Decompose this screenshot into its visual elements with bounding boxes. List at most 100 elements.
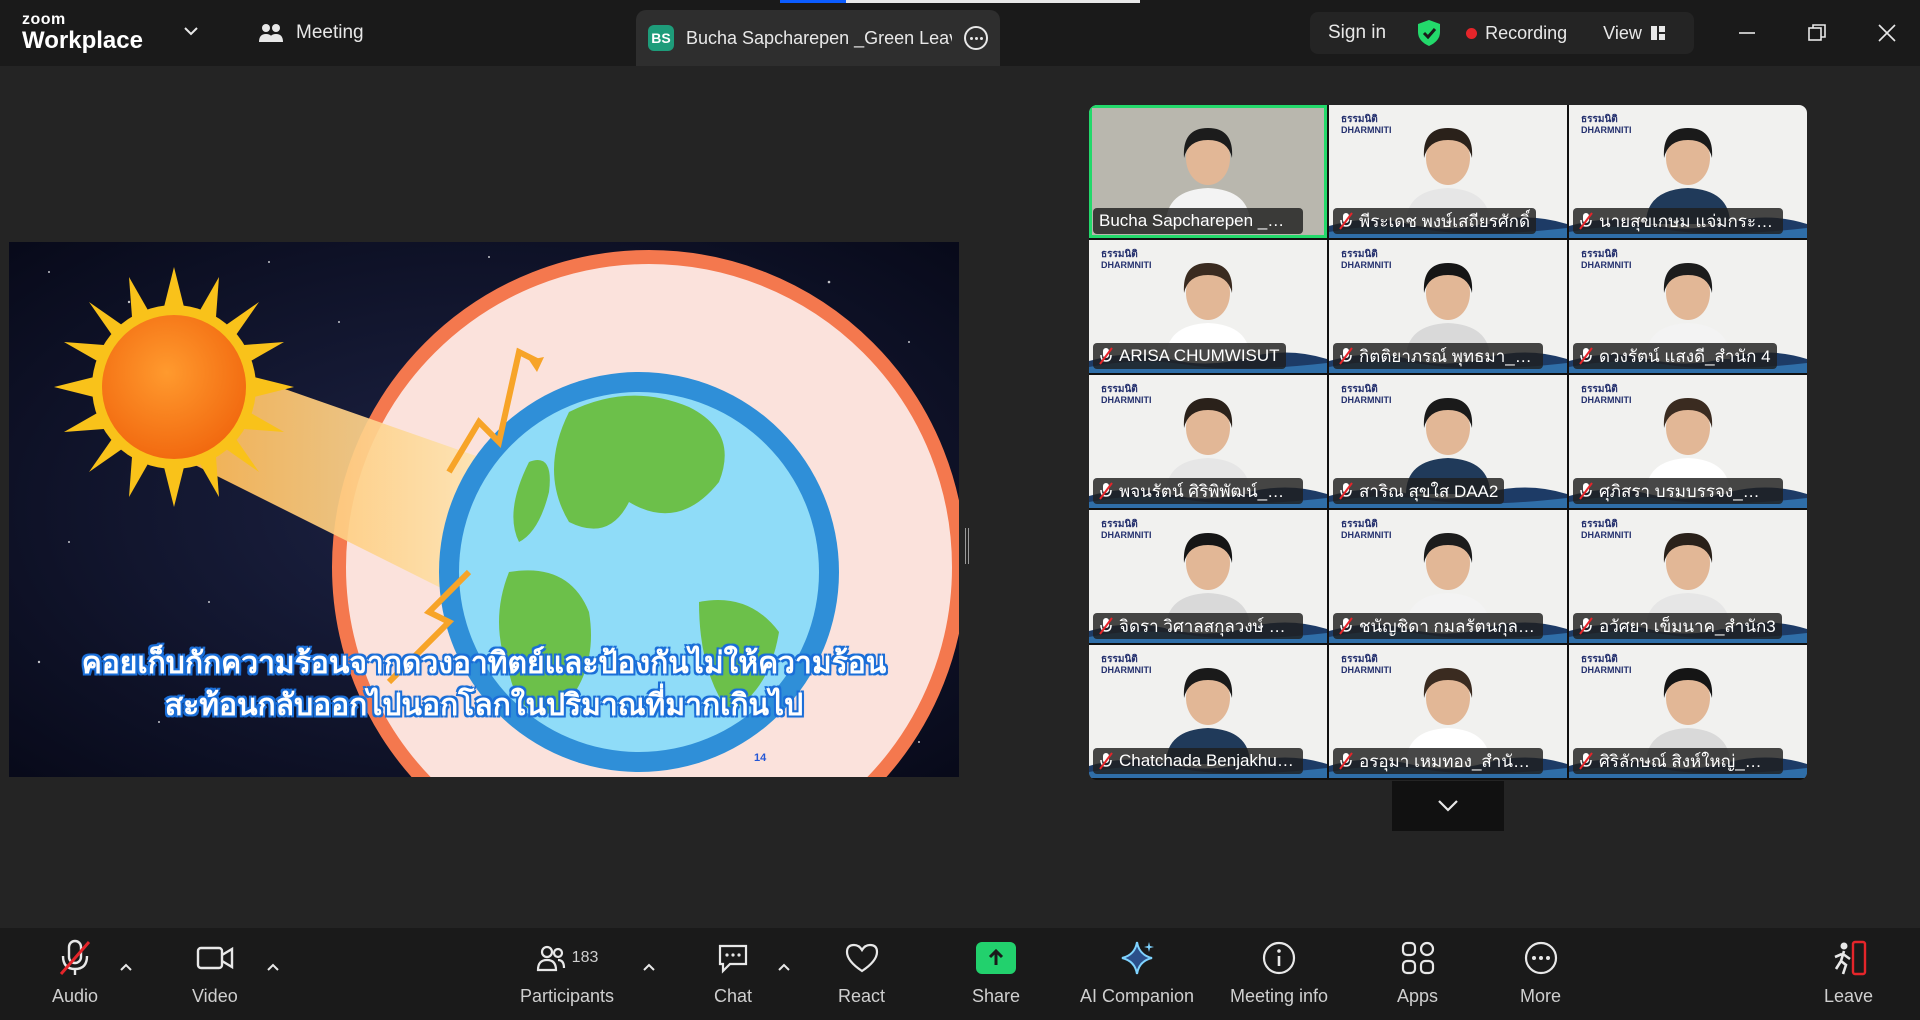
- video-camera-icon: [196, 946, 234, 970]
- chat-icon: [718, 944, 748, 974]
- participant-name-label: ศุภิสรา บรมบรรจง_สำนัก2: [1573, 478, 1783, 504]
- minimize-icon: [1739, 32, 1755, 34]
- shared-screen[interactable]: คอยเก็บกักความร้อนจากดวงอาทิตย์และป้องกั…: [9, 242, 959, 777]
- app-brand: zoom Workplace: [22, 11, 143, 54]
- apps-button[interactable]: Apps: [1397, 936, 1438, 1007]
- slide-caption-line-2: สะท้อนกลับออกไปนอกโลกในปริมาณที่มากเกินไ…: [164, 689, 804, 722]
- mic-muted-icon: [1579, 212, 1593, 230]
- participant-tile[interactable]: ธรรมนิติ DHARMNITI จิดรา วิศาลสกุลวงษ์ DAA…: [1089, 510, 1327, 643]
- participant-name-label: อรอุมา เหมทอง_สำนัก 2: [1333, 748, 1543, 774]
- company-logo: ธรรมนิติ DHARMNITI: [1101, 654, 1152, 675]
- company-logo: ธรรมนิติ DHARMNITI: [1341, 114, 1392, 135]
- participant-tile[interactable]: ธรรมนิติ DHARMNITI อรอุมา เหมทอง_สำนัก 2: [1329, 645, 1567, 778]
- mic-muted-icon: [1579, 482, 1593, 500]
- meeting-button[interactable]: Meeting: [258, 22, 364, 44]
- resize-handle[interactable]: [965, 528, 969, 564]
- company-logo: ธรรมนิติ DHARMNITI: [1341, 384, 1392, 405]
- audio-button[interactable]: Audio: [52, 936, 98, 1007]
- mic-muted-icon: [1339, 347, 1353, 365]
- tab-title: Bucha Sapcharepen _Green Leaves: [686, 27, 952, 48]
- chevron-up-icon[interactable]: [777, 962, 791, 972]
- mic-muted-icon: [1579, 347, 1593, 365]
- participant-name-label: จิดรา วิศาลสกุลวงษ์ DAA7: [1093, 613, 1303, 639]
- recording-dot-icon: [1466, 27, 1478, 39]
- participant-name-label: ดวงรัตน์ แสงดี_สำนัก 4: [1573, 343, 1777, 369]
- slide-page-number: 14: [754, 752, 767, 764]
- company-logo: ธรรมนิติ DHARMNITI: [1101, 249, 1152, 270]
- participants-icon: [536, 945, 565, 972]
- status-bar: Sign in Recording View: [1310, 12, 1694, 54]
- mic-muted-icon: [1099, 482, 1113, 500]
- participant-tile[interactable]: ธรรมนิติ DHARMNITI พีระเดช พงษ์เสถียรศักดิ…: [1329, 105, 1567, 238]
- more-icon[interactable]: [964, 26, 988, 50]
- participant-tile[interactable]: ธรรมนิติ DHARMNITI นายสุขเกษม แจ่มกระจ่าง: [1569, 105, 1807, 238]
- react-button[interactable]: React: [838, 936, 885, 1007]
- participants-button[interactable]: 183 Participants: [520, 936, 614, 1007]
- close-icon: [1878, 24, 1896, 42]
- view-button[interactable]: View: [1603, 23, 1642, 44]
- leave-icon: [1834, 940, 1866, 976]
- mic-muted-icon: [1099, 617, 1113, 635]
- grid-view-icon[interactable]: [1650, 25, 1666, 41]
- meeting-label: Meeting: [296, 22, 364, 43]
- slide-caption-line-1: คอยเก็บกักความร้อนจากดวงอาทิตย์และป้องกั…: [81, 647, 887, 680]
- leave-button[interactable]: Leave: [1824, 936, 1873, 1007]
- chevron-up-icon[interactable]: [642, 962, 656, 972]
- participant-name-label: พีระเดช พงษ์เสถียรศักดิ์: [1333, 208, 1536, 234]
- mic-muted-icon: [1099, 752, 1113, 770]
- tab-avatar: BS: [648, 25, 674, 51]
- participant-tile[interactable]: ธรรมนิติ DHARMNITI ARISA CHUMWISUT: [1089, 240, 1327, 373]
- participant-name-label: กิตติยาภรณ์ พุทธมา_สำนั...: [1333, 343, 1543, 369]
- ai-companion-button[interactable]: AI Companion: [1080, 936, 1194, 1007]
- sparkle-icon: [1121, 941, 1155, 975]
- recording-status[interactable]: Recording: [1485, 23, 1567, 44]
- meeting-info-button[interactable]: Meeting info: [1230, 936, 1328, 1007]
- gallery-next-page-button[interactable]: [1392, 781, 1504, 831]
- company-logo: ธรรมนิติ DHARMNITI: [1581, 114, 1632, 135]
- share-screen-icon: [976, 942, 1017, 974]
- company-logo: ธรรมนิติ DHARMNITI: [1581, 519, 1632, 540]
- participant-tile[interactable]: ธรรมนิติ DHARMNITI Chatchada Benjakhun...: [1089, 645, 1327, 778]
- participant-tile[interactable]: ธรรมนิติ DHARMNITI สาริณ สุขใส DAA2: [1329, 375, 1567, 508]
- participant-tile[interactable]: ธรรมนิติ DHARMNITI พจนรัตน์ ศิริพิพัฒน์_สำ…: [1089, 375, 1327, 508]
- company-logo: ธรรมนิติ DHARMNITI: [1101, 519, 1152, 540]
- sign-in-link[interactable]: Sign in: [1328, 22, 1386, 44]
- info-icon: [1262, 941, 1296, 975]
- more-icon: [1524, 941, 1557, 975]
- chat-button[interactable]: Chat: [714, 936, 752, 1007]
- restore-button[interactable]: [1802, 18, 1832, 48]
- participant-name-label: Bucha Sapcharepen _Gre...: [1093, 208, 1303, 234]
- participant-tile[interactable]: ธรรมนิติDHARMNITI กิตติยาภรณ์ พุทธมา_สำนั…: [1329, 240, 1567, 373]
- mic-muted-icon: [59, 939, 91, 975]
- close-button[interactable]: [1872, 18, 1902, 48]
- more-button[interactable]: More: [1520, 936, 1561, 1007]
- participant-tile[interactable]: Bucha Sapcharepen _Gre...: [1089, 105, 1327, 238]
- loading-strip: [780, 0, 1140, 3]
- heart-icon: [845, 943, 878, 973]
- participant-name-label: อวัศยา เข็มนาค_สำนัก3: [1573, 613, 1782, 639]
- company-logo: ธรรมนิติ DHARMNITI: [1341, 519, 1392, 540]
- share-button[interactable]: Share: [972, 936, 1020, 1007]
- shield-check-icon[interactable]: [1416, 19, 1442, 47]
- chevron-down-icon[interactable]: [184, 26, 198, 36]
- meeting-toolbar: Audio Video 183 Participants Chat React: [0, 928, 1920, 1020]
- people-icon: [259, 24, 283, 42]
- company-logo: ธรรมนิติ DHARMNITI: [1341, 249, 1392, 270]
- mic-muted-icon: [1579, 752, 1593, 770]
- participant-tile[interactable]: ธรรมนิติ DHARMNITI ศิริลักษณ์ สิงห์ใหญ่_สำ…: [1569, 645, 1807, 778]
- meeting-tab[interactable]: BS Bucha Sapcharepen _Green Leaves: [636, 10, 1000, 66]
- participant-gallery: Bucha Sapcharepen _Gre... ธรรมนิติ DHARMNI…: [1089, 105, 1807, 780]
- participant-name-label: ARISA CHUMWISUT: [1093, 343, 1286, 369]
- restore-icon: [1808, 24, 1826, 41]
- participant-tile[interactable]: ธรรมนิติ DHARMNITI อวัศยา เข็มนาค_สำนัก3: [1569, 510, 1807, 643]
- participant-tile[interactable]: ธรรมนิติDHARMNITI ชนัญชิดา กมลรัตนกุล_สำ.…: [1329, 510, 1567, 643]
- participant-name-label: ชนัญชิดา กมลรัตนกุล_สำ...: [1333, 613, 1543, 639]
- chevron-up-icon[interactable]: [119, 962, 133, 972]
- minimize-button[interactable]: [1732, 18, 1762, 48]
- chevron-up-icon[interactable]: [266, 962, 280, 972]
- participant-name-label: ศิริลักษณ์ สิงห์ใหญ่_สำนัก...: [1573, 748, 1783, 774]
- participant-tile[interactable]: ธรรมนิติ DHARMNITI ดวงรัตน์ แสงดี_สำนัก 4: [1569, 240, 1807, 373]
- company-logo: ธรรมนิติ DHARMNITI: [1581, 249, 1632, 270]
- participant-tile[interactable]: ธรรมนิติ DHARMNITI ศุภิสรา บรมบรรจง_สำนัก2: [1569, 375, 1807, 508]
- video-button[interactable]: Video: [192, 936, 238, 1007]
